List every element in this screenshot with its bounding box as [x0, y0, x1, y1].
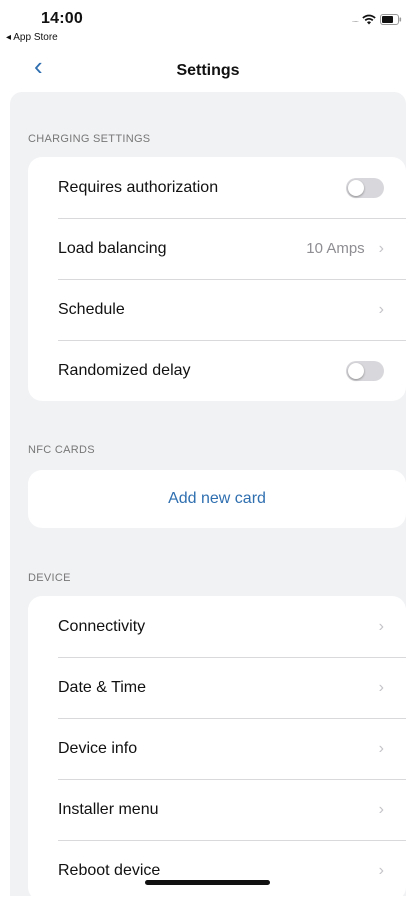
- chevron-right-icon: ›: [378, 239, 384, 257]
- section-header-nfc: NFC CARDS: [28, 444, 95, 456]
- row-reboot-device[interactable]: Reboot device ›: [28, 840, 406, 901]
- row-label: Requires authorization: [58, 178, 219, 196]
- row-label: Load balancing: [58, 239, 167, 257]
- randomized-delay-toggle[interactable]: [346, 360, 384, 381]
- row-label: Connectivity: [58, 617, 146, 635]
- wifi-icon: [362, 14, 376, 25]
- nfc-cards-card: Add new card: [28, 470, 406, 528]
- row-label: Randomized delay: [58, 361, 191, 379]
- row-date-time[interactable]: Date & Time ›: [28, 657, 406, 718]
- chevron-right-icon: ›: [378, 800, 384, 818]
- battery-icon: [380, 14, 402, 25]
- back-to-app-store-link[interactable]: ◂ App Store: [6, 32, 58, 43]
- status-icons: .....: [352, 14, 402, 25]
- home-indicator[interactable]: [145, 880, 270, 885]
- row-label: Reboot device: [58, 861, 161, 879]
- row-label: Installer menu: [58, 800, 159, 818]
- status-bar: 14:00 ◂ App Store .....: [0, 0, 416, 48]
- row-load-balancing[interactable]: Load balancing 10 Amps ›: [28, 218, 406, 279]
- section-header-device: DEVICE: [28, 572, 71, 584]
- row-schedule[interactable]: Schedule ›: [28, 279, 406, 340]
- chevron-right-icon: ›: [378, 861, 384, 879]
- chevron-right-icon: ›: [378, 617, 384, 635]
- chevron-right-icon: ›: [378, 300, 384, 318]
- add-new-card-button[interactable]: Add new card: [28, 470, 406, 528]
- row-label: Date & Time: [58, 678, 147, 696]
- row-connectivity[interactable]: Connectivity ›: [28, 596, 406, 657]
- status-time: 14:00: [41, 10, 83, 27]
- row-device-info[interactable]: Device info ›: [28, 718, 406, 779]
- row-requires-authorization[interactable]: Requires authorization: [28, 157, 406, 218]
- load-balancing-value: 10 Amps: [306, 240, 365, 257]
- row-label: Device info: [58, 739, 138, 757]
- charging-settings-card: Requires authorization Load balancing 10…: [28, 157, 406, 401]
- page-title: Settings: [176, 62, 240, 79]
- signal-icon: .....: [351, 15, 359, 24]
- device-card: Connectivity › Date & Time › Device info…: [28, 596, 406, 901]
- navigation-bar: ‹ Settings: [0, 48, 416, 92]
- requires-authorization-toggle[interactable]: [346, 177, 384, 198]
- row-installer-menu[interactable]: Installer menu ›: [28, 779, 406, 840]
- row-randomized-delay[interactable]: Randomized delay: [28, 340, 406, 401]
- chevron-right-icon: ›: [378, 678, 384, 696]
- toggle-knob: [348, 179, 364, 196]
- toggle-knob: [348, 362, 364, 379]
- section-header-charging: CHARGING SETTINGS: [28, 133, 151, 145]
- chevron-right-icon: ›: [378, 739, 384, 757]
- row-label: Schedule: [58, 300, 125, 318]
